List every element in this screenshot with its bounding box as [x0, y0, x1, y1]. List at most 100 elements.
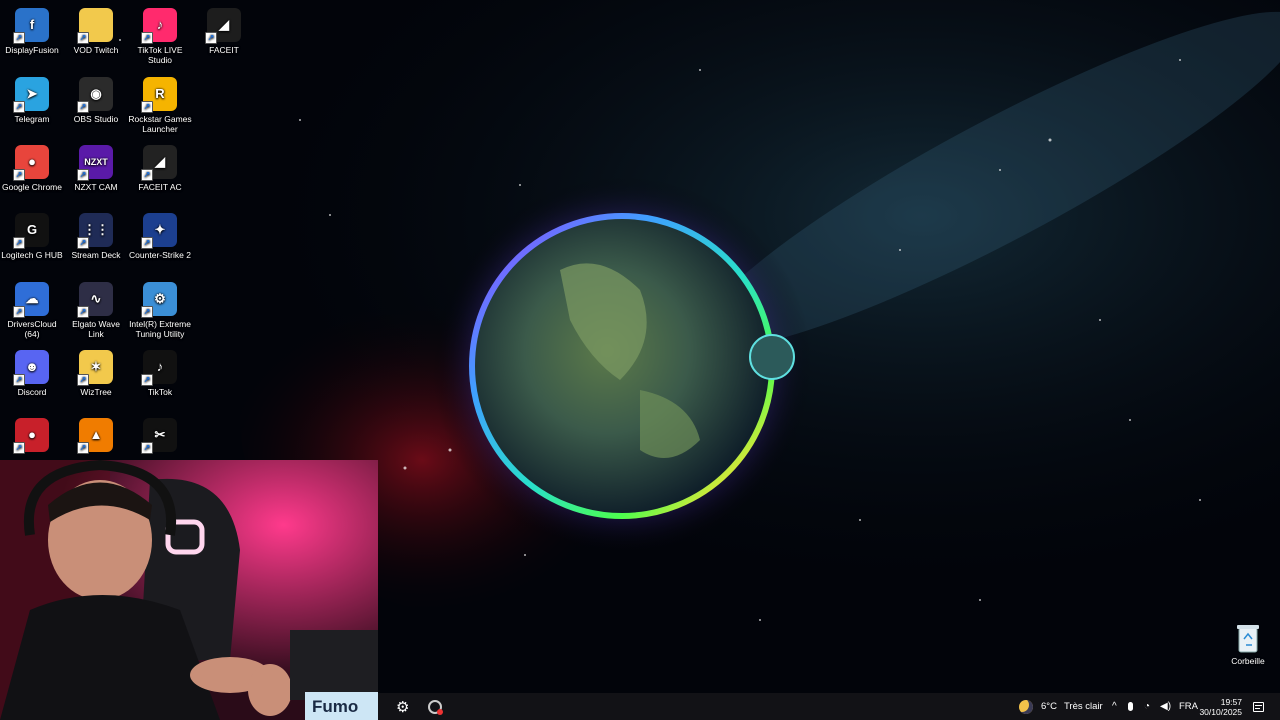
desktop-icon[interactable]: ∿ ↗ Elgato Wave Link	[64, 278, 128, 339]
desktop-icon-label: Stream Deck	[71, 250, 121, 260]
shortcut-arrow-icon: ↗	[141, 442, 153, 454]
desktop-icon[interactable]: ↗ VOD Twitch	[64, 4, 128, 55]
clock-date: 30/10/2025	[1199, 706, 1242, 717]
gear-icon: ⚙	[396, 698, 410, 716]
app-icon	[428, 699, 443, 715]
app-icon: ➤ ↗	[13, 77, 49, 113]
clock[interactable]: 19:57 30/10/2025	[1199, 693, 1242, 720]
desktop-icon[interactable]: ● ↗	[0, 414, 64, 455]
app-icon: ✦ ↗	[141, 213, 177, 249]
recycle-bin[interactable]: Corbeille	[1222, 622, 1274, 666]
webcam-overlay: Fumo	[0, 460, 378, 720]
desktop-icon[interactable]: ◉ ↗ OBS Studio	[64, 73, 128, 124]
desktop-icon[interactable]: ➤ ↗ Telegram	[0, 73, 64, 124]
shortcut-arrow-icon: ↗	[205, 32, 217, 44]
desktop-icon[interactable]: ⋮⋮ ↗ Stream Deck	[64, 209, 128, 260]
desktop-icon[interactable]: f ↗ DisplayFusion	[0, 4, 64, 55]
desktop-icon-label: DisplayFusion	[5, 45, 59, 55]
box-label-text: Fumo	[312, 697, 359, 716]
app-icon: ◉ ↗	[77, 77, 113, 113]
desktop-icon[interactable]: ● ↗ Google Chrome	[0, 141, 64, 192]
desktop-icon[interactable]: G ↗ Logitech G HUB	[0, 209, 64, 260]
shortcut-arrow-icon: ↗	[77, 101, 89, 113]
shortcut-arrow-icon: ↗	[141, 32, 153, 44]
desktop-icon[interactable]: ♪ ↗ TikTok	[128, 346, 192, 397]
settings-button[interactable]: ⚙	[396, 693, 409, 720]
network-button[interactable]: ◔	[1144, 693, 1150, 720]
volume-button[interactable]: ◀)	[1160, 693, 1171, 720]
app-icon: G ↗	[13, 213, 49, 249]
app-icon: ♪ ↗	[141, 350, 177, 386]
taskbar: ⚙ 6°C Très clair ^ ◔ ◀) FRA 19:57 30/10/…	[378, 693, 1280, 720]
desktop-icon-label: Counter-Strike 2	[129, 250, 191, 260]
tray-overflow-button[interactable]: ^	[1112, 693, 1117, 720]
wifi-icon: ◔	[1144, 701, 1151, 712]
language-indicator[interactable]: FRA	[1179, 693, 1198, 720]
desktop-icon-label: OBS Studio	[73, 114, 119, 124]
desktop-icon-label: VOD Twitch	[73, 45, 119, 55]
desktop-icon[interactable]: ✂ ↗	[128, 414, 192, 455]
recycle-bin-icon	[1237, 625, 1259, 653]
desktop-icon-label: FACEIT AC	[138, 182, 182, 192]
desktop-icon-label: WizTree	[80, 387, 112, 397]
app-icon: f ↗	[13, 8, 49, 44]
desktop-icon[interactable]: NZXT ↗ NZXT CAM	[64, 141, 128, 192]
desktop-icon[interactable]: ♪ ↗ TikTok LIVE Studio	[128, 4, 192, 65]
desktop-icon[interactable]: ☻ ↗ Discord	[0, 346, 64, 397]
desktop-icon[interactable]: ▲ ↗	[64, 414, 128, 455]
desktop-icon-label: Logitech G HUB	[1, 250, 63, 260]
shortcut-arrow-icon: ↗	[13, 101, 25, 113]
shortcut-arrow-icon: ↗	[77, 237, 89, 249]
desktop-icon[interactable]: R ↗ Rockstar Games Launcher	[128, 73, 192, 134]
weather-widget[interactable]: 6°C Très clair	[1019, 693, 1103, 720]
app-icon: ✂ ↗	[141, 418, 177, 454]
desktop-icon-label: TikTok	[147, 387, 173, 397]
app-icon: ◢ ↗	[141, 145, 177, 181]
desktop-icon-label: FACEIT	[209, 45, 239, 55]
microphone-icon	[1128, 702, 1133, 711]
desktop-icon[interactable]: ✦ ↗ Counter-Strike 2	[128, 209, 192, 260]
app-icon: ♪ ↗	[141, 8, 177, 44]
recycle-bin-label: Corbeille	[1231, 656, 1265, 666]
desktop-icon[interactable]: ◢ ↗ FACEIT	[192, 4, 256, 55]
desktop-icon-label: DriversCloud (64)	[7, 319, 57, 339]
microphone-button[interactable]	[1128, 693, 1133, 720]
shortcut-arrow-icon: ↗	[13, 374, 25, 386]
shortcut-arrow-icon: ↗	[13, 32, 25, 44]
webcam-video	[0, 460, 378, 720]
shortcut-arrow-icon: ↗	[13, 169, 25, 181]
shortcut-arrow-icon: ↗	[77, 169, 89, 181]
desktop-icon[interactable]: ◢ ↗ FACEIT AC	[128, 141, 192, 192]
app-icon: ☁ ↗	[13, 282, 49, 318]
desktop-icon[interactable]: ☁ ↗ DriversCloud (64)	[0, 278, 64, 339]
weather-desc: Très clair	[1063, 701, 1103, 712]
notifications-button[interactable]	[1253, 693, 1264, 720]
app-icon: R ↗	[141, 77, 177, 113]
app-icon: ∿ ↗	[77, 282, 113, 318]
desktop-icon[interactable]: ⚙ ↗ Intel(R) Extreme Tuning Utility	[128, 278, 192, 339]
moon-icon	[1019, 699, 1033, 714]
speaker-icon: ◀)	[1160, 701, 1172, 712]
desktop-icon-label: Google Chrome	[1, 182, 62, 192]
desktop-icon-label: Telegram	[14, 114, 50, 124]
desktop-icon-label: Elgato Wave Link	[72, 319, 120, 339]
desktop-icon-label: TikTok LIVE Studio	[137, 45, 183, 65]
app-button[interactable]	[428, 693, 443, 720]
shortcut-arrow-icon: ↗	[141, 306, 153, 318]
language-label: FRA	[1179, 701, 1198, 712]
app-icon: ⚙ ↗	[141, 282, 177, 318]
shortcut-arrow-icon: ↗	[141, 237, 153, 249]
app-icon: ▲ ↗	[77, 418, 113, 454]
app-icon: ✶ ↗	[77, 350, 113, 386]
app-icon: ◢ ↗	[205, 8, 241, 44]
desktop-icon-label: Intel(R) Extreme Tuning Utility	[129, 319, 191, 339]
shortcut-arrow-icon: ↗	[77, 32, 89, 44]
app-icon: ☻ ↗	[13, 350, 49, 386]
desktop-icon-label: Rockstar Games Launcher	[128, 114, 192, 134]
app-icon: ● ↗	[13, 418, 49, 454]
shortcut-arrow-icon: ↗	[77, 306, 89, 318]
shortcut-arrow-icon: ↗	[13, 306, 25, 318]
desktop-icon[interactable]: ✶ ↗ WizTree	[64, 346, 128, 397]
app-icon: ● ↗	[13, 145, 49, 181]
shortcut-arrow-icon: ↗	[141, 374, 153, 386]
